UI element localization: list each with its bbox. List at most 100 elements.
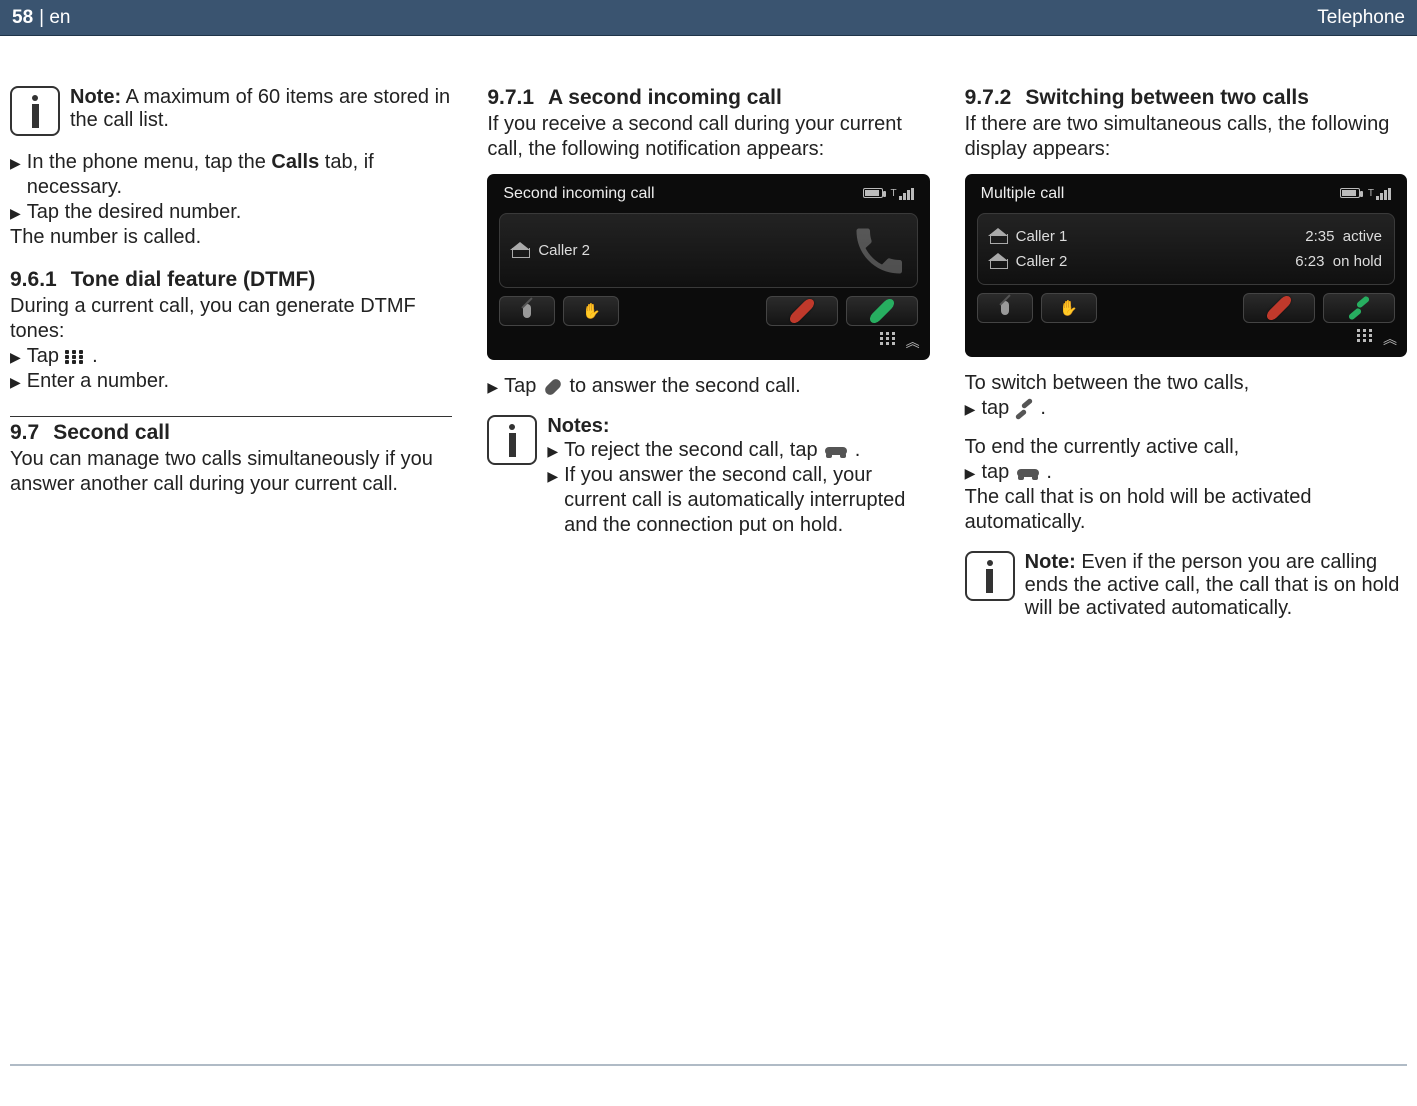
text: In the phone menu, tap the (27, 151, 272, 173)
body-text: If there are two simultaneous calls, the… (965, 112, 1407, 162)
keypad-icon (65, 350, 87, 364)
arrow-icon: ▶ (965, 401, 976, 418)
hangup-icon (825, 447, 847, 455)
note-title: Note: (70, 86, 121, 108)
column-1: Note: A maximum of 60 items are stored i… (10, 86, 452, 634)
column-3: 9.7.2 Switching between two calls If ther… (965, 86, 1407, 634)
section-title: Telephone (1317, 7, 1405, 29)
screen-title: Second incoming call (503, 185, 654, 203)
swap-calls-button[interactable] (1323, 293, 1395, 323)
text: Tap (504, 375, 542, 397)
step-end-call: ▶ tap . (965, 460, 1407, 485)
text: Tap (27, 345, 65, 367)
calls-tab-label: Calls (271, 151, 319, 173)
chevron-up-icon[interactable]: ︽ (1383, 329, 1393, 349)
call-row-1[interactable]: Caller 1 2:35 active (990, 224, 1382, 249)
section-title: A second incoming call (548, 86, 782, 109)
step-swap: ▶ tap . (965, 396, 1407, 421)
hangup-icon (1265, 294, 1294, 323)
notes-title: Notes: (547, 415, 929, 438)
step-enter-number: ▶ Enter a number. (10, 369, 452, 394)
step-answer-second: ▶ Tap to answer the second call. (487, 374, 929, 399)
body-text: During a current call, you can generate … (10, 294, 452, 344)
heading-972: 9.7.2 Switching between two calls (965, 86, 1407, 110)
screen-title: Multiple call (981, 185, 1065, 203)
mute-button[interactable] (977, 293, 1033, 323)
note-box-1: Note: A maximum of 60 items are stored i… (10, 86, 452, 136)
caller-icon (512, 244, 528, 258)
reject-button[interactable] (766, 296, 838, 326)
text: . (855, 439, 861, 461)
notes-answer-step: ▶ If you answer the second call, your cu… (547, 463, 929, 538)
switch-intro: To switch between the two calls, (965, 371, 1407, 396)
hand-icon: ✋ (582, 302, 601, 320)
arrow-icon: ▶ (547, 468, 558, 485)
battery-icon (1340, 188, 1360, 198)
hangup-icon (787, 297, 816, 326)
step-calls-tab: ▶ In the phone menu, tap the Calls tab, … (10, 150, 452, 200)
info-icon (10, 86, 60, 136)
signal-icon (899, 188, 914, 200)
apps-icon[interactable] (880, 332, 898, 346)
arrow-icon: ▶ (965, 465, 976, 482)
call-time: 6:23 (1295, 253, 1324, 270)
arrow-icon: ▶ (10, 374, 21, 391)
private-button[interactable]: ✋ (1041, 293, 1097, 323)
private-button[interactable]: ✋ (563, 296, 619, 326)
section-title: Switching between two calls (1025, 86, 1309, 109)
text: If you answer the second call, your curr… (564, 463, 930, 538)
note-body: A maximum of 60 items are stored in the … (70, 86, 450, 131)
call-time: 2:35 (1305, 228, 1334, 245)
note-title: Note: (1025, 551, 1076, 573)
screenshot-multiple-call: Multiple call T Caller 1 2:35 active (965, 174, 1407, 357)
call-row-2[interactable]: Caller 2 6:23 on hold (990, 249, 1382, 274)
mute-button[interactable] (499, 296, 555, 326)
section-number: 9.7 (10, 421, 39, 444)
text: . (92, 345, 98, 367)
arrow-icon: ▶ (10, 155, 21, 172)
answer-icon (543, 377, 563, 397)
body-text: If you receive a second call during your… (487, 112, 929, 162)
caller-icon (990, 230, 1006, 244)
caller-name: Caller 2 (1016, 253, 1068, 270)
chevron-up-icon[interactable]: ︽ (906, 332, 916, 352)
lang-indicator: | en (39, 7, 70, 29)
arrow-icon: ▶ (10, 349, 21, 366)
call-status: on hold (1333, 253, 1382, 270)
arrow-icon: ▶ (10, 205, 21, 222)
swap-icon (1348, 299, 1370, 317)
apps-icon[interactable] (1357, 329, 1375, 343)
signal-icon (1376, 188, 1391, 200)
handset-icon (849, 221, 909, 281)
mic-muted-icon (523, 304, 531, 318)
notes-box: Notes: ▶ To reject the second call, tap … (487, 415, 929, 538)
note-body: Even if the person you are calling ends … (1025, 551, 1400, 619)
text: . (1046, 461, 1052, 483)
arrow-icon: ▶ (487, 379, 498, 396)
battery-icon (863, 188, 883, 198)
hangup-icon (1017, 469, 1039, 477)
caller-name: Caller 2 (538, 242, 590, 259)
section-number: 9.6.1 (10, 268, 57, 291)
text: To reject the second call, tap (564, 439, 823, 461)
end-intro: To end the currently active call, (965, 435, 1407, 460)
body-text: You can manage two calls simultaneously … (10, 447, 452, 497)
caller-name: Caller 1 (1016, 228, 1068, 245)
section-number: 9.7.2 (965, 86, 1012, 109)
section-title: Second call (53, 421, 170, 444)
caller-icon (990, 255, 1006, 269)
call-status: active (1343, 228, 1382, 245)
page-header: 58 | en Telephone (0, 0, 1417, 36)
column-2: 9.7.1A second incoming call If you recei… (487, 86, 929, 634)
end-call-button[interactable] (1243, 293, 1315, 323)
step-tap-number: ▶ Tap the desired number. (10, 200, 452, 225)
info-icon (487, 415, 537, 465)
notes-reject-step: ▶ To reject the second call, tap . (547, 438, 929, 463)
text: . (1040, 397, 1046, 419)
text: tap (981, 397, 1014, 419)
swap-icon (1015, 401, 1035, 417)
answer-button[interactable] (846, 296, 918, 326)
mic-muted-icon (1001, 301, 1009, 315)
text: Tap the desired number. (27, 200, 242, 225)
text: tap (981, 461, 1014, 483)
